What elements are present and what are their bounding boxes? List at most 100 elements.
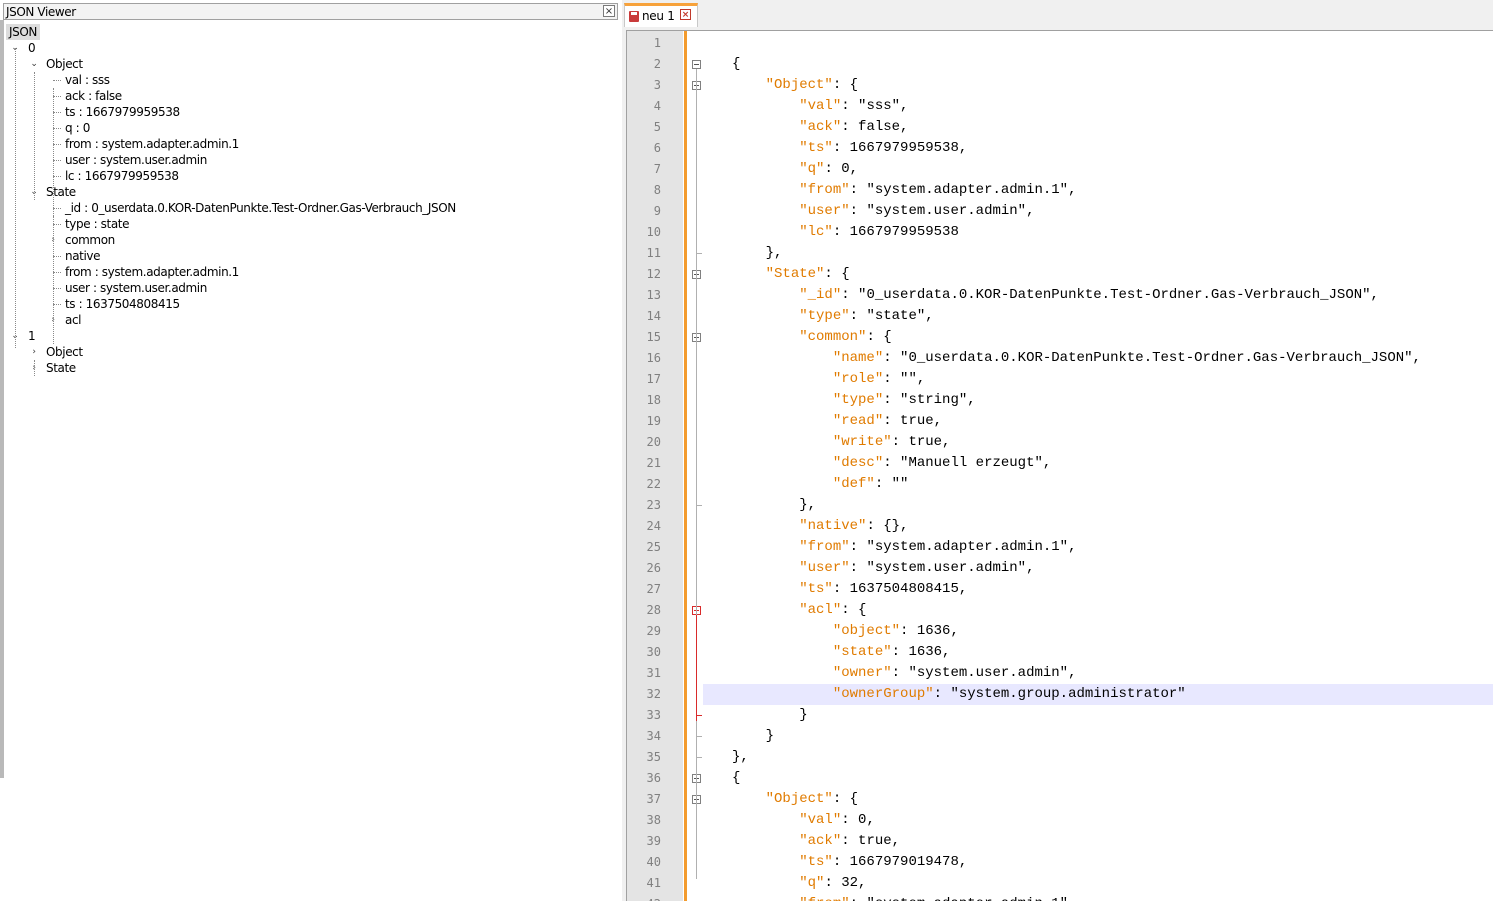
tree-node[interactable]: ⌄ Object bbox=[0, 56, 620, 72]
tree-node-label[interactable]: user : system.user.admin bbox=[65, 152, 207, 168]
tree-node[interactable]: › State bbox=[0, 360, 620, 376]
code-line[interactable]: "from": "system.adapter.admin.1", bbox=[703, 537, 1493, 558]
tree-node[interactable]: ts : 1667979959538 bbox=[0, 104, 620, 120]
tree-collapse-icon[interactable]: ⌄ bbox=[29, 56, 39, 72]
tree-node[interactable]: q : 0 bbox=[0, 120, 620, 136]
fold-margin[interactable] bbox=[687, 31, 703, 901]
code-line[interactable]: "user": "system.user.admin", bbox=[703, 558, 1493, 579]
code-line[interactable]: "type": "state", bbox=[703, 306, 1493, 327]
code-line[interactable]: "ack": false, bbox=[703, 117, 1493, 138]
tree-expand-icon[interactable]: › bbox=[29, 344, 39, 360]
tree-node-label[interactable]: 1 bbox=[28, 328, 36, 344]
tab-label[interactable]: neu 1 bbox=[642, 9, 675, 23]
code-line[interactable]: { bbox=[703, 768, 1493, 789]
code-line[interactable]: "native": {}, bbox=[703, 516, 1493, 537]
code-line[interactable]: "ownerGroup": "system.group.administrato… bbox=[703, 684, 1493, 705]
tree-node[interactable]: val : sss bbox=[0, 72, 620, 88]
tree-node-label[interactable]: native bbox=[65, 248, 100, 264]
code-line[interactable]: "owner": "system.user.admin", bbox=[703, 663, 1493, 684]
tree-node-label[interactable]: common bbox=[65, 232, 115, 248]
tree-node[interactable]: › Object bbox=[0, 344, 620, 360]
code-line[interactable]: "acl": { bbox=[703, 600, 1493, 621]
code-line[interactable]: "ts": 1667979959538, bbox=[703, 138, 1493, 159]
code-line[interactable]: "from": "system.adapter.admin.1", bbox=[703, 894, 1493, 901]
tree-node[interactable]: from : system.adapter.admin.1 bbox=[0, 264, 620, 280]
tree-root-label[interactable]: JSON bbox=[6, 24, 40, 40]
code-line[interactable]: } bbox=[703, 726, 1493, 747]
tree-node[interactable]: ts : 1637504808415 bbox=[0, 296, 620, 312]
code-line[interactable]: "user": "system.user.admin", bbox=[703, 201, 1493, 222]
panel-close-icon[interactable]: × bbox=[603, 5, 615, 17]
tree-node-label[interactable]: q : 0 bbox=[65, 120, 90, 136]
code-line[interactable]: "lc": 1667979959538 bbox=[703, 222, 1493, 243]
code-line[interactable]: "common": { bbox=[703, 327, 1493, 348]
tree-node[interactable]: ack : false bbox=[0, 88, 620, 104]
tree-node-label[interactable]: ts : 1667979959538 bbox=[65, 104, 180, 120]
tree-node[interactable]: ⌄ State bbox=[0, 184, 620, 200]
tree-node[interactable]: user : system.user.admin bbox=[0, 280, 620, 296]
code-line[interactable]: "read": true, bbox=[703, 411, 1493, 432]
code-line[interactable]: }, bbox=[703, 495, 1493, 516]
tree-node-label[interactable]: val : sss bbox=[65, 72, 110, 88]
code-line[interactable]: "write": true, bbox=[703, 432, 1493, 453]
tree-node-label[interactable]: State bbox=[46, 360, 76, 376]
tab-neu-1[interactable]: neu 1 × bbox=[624, 3, 698, 27]
tree-node-label[interactable]: type : state bbox=[65, 216, 129, 232]
code-line[interactable]: "State": { bbox=[703, 264, 1493, 285]
tree-node[interactable]: ⌄ 1 bbox=[0, 328, 620, 344]
code-line[interactable]: "name": "0_userdata.0.KOR-DatenPunkte.Te… bbox=[703, 348, 1493, 369]
tree-node-label[interactable]: Object bbox=[46, 56, 83, 72]
code-line[interactable]: "object": 1636, bbox=[703, 621, 1493, 642]
tree-node[interactable]: type : state bbox=[0, 216, 620, 232]
code-editor[interactable]: 1 2 3 4 5 6 7 8 9 10 11 12 13 14 15 16 17 18 19 20 21 22 23 24 2… bbox=[626, 30, 1493, 901]
code-line[interactable]: { bbox=[703, 54, 1493, 75]
code-line[interactable]: "q": 32, bbox=[703, 873, 1493, 894]
code-line[interactable]: "role": "", bbox=[703, 369, 1493, 390]
code-line[interactable]: "val": "sss", bbox=[703, 96, 1493, 117]
code-line[interactable]: "val": 0, bbox=[703, 810, 1493, 831]
tree-node-label[interactable]: State bbox=[46, 184, 76, 200]
code-line[interactable]: "Object": { bbox=[703, 75, 1493, 96]
code-line[interactable]: } bbox=[703, 705, 1493, 726]
code-line[interactable]: "from": "system.adapter.admin.1", bbox=[703, 180, 1493, 201]
json-key: "val" bbox=[799, 812, 842, 828]
code-line[interactable]: "q": 0, bbox=[703, 159, 1493, 180]
code-line[interactable] bbox=[703, 33, 1493, 54]
fold-icon[interactable] bbox=[692, 60, 701, 69]
tree-node[interactable]: from : system.adapter.admin.1 bbox=[0, 136, 620, 152]
code-line[interactable]: "def": "" bbox=[703, 474, 1493, 495]
tree-node[interactable]: › common bbox=[0, 232, 620, 248]
tree-node-label[interactable]: ts : 1637504808415 bbox=[65, 296, 180, 312]
tree-node-label[interactable]: 0 bbox=[28, 40, 36, 56]
json-value: : true, bbox=[841, 833, 901, 849]
code-line[interactable]: "type": "string", bbox=[703, 390, 1493, 411]
code-area[interactable]: { "Object": { "val": "sss", "ack": false… bbox=[703, 31, 1493, 901]
close-icon[interactable]: × bbox=[680, 9, 691, 20]
line-number: 7 bbox=[653, 162, 661, 176]
tree-node[interactable]: user : system.user.admin bbox=[0, 152, 620, 168]
tree-node[interactable]: native bbox=[0, 248, 620, 264]
tree-node[interactable]: ⌄ 0 bbox=[0, 40, 620, 56]
code-line[interactable]: }, bbox=[703, 243, 1493, 264]
code-line[interactable]: "ts": 1637504808415, bbox=[703, 579, 1493, 600]
code-line[interactable]: "ts": 1667979019478, bbox=[703, 852, 1493, 873]
code-line[interactable]: }, bbox=[703, 747, 1493, 768]
tree-node-label[interactable]: ack : false bbox=[65, 88, 122, 104]
tree-node[interactable]: lc : 1667979959538 bbox=[0, 168, 620, 184]
code-line[interactable]: "desc": "Manuell erzeugt", bbox=[703, 453, 1493, 474]
tree-node-label[interactable]: from : system.adapter.admin.1 bbox=[65, 136, 239, 152]
code-line-text: } bbox=[732, 726, 774, 747]
tree-node-label[interactable]: lc : 1667979959538 bbox=[65, 168, 179, 184]
tree-node-label[interactable]: from : system.adapter.admin.1 bbox=[65, 264, 239, 280]
code-line[interactable]: "state": 1636, bbox=[703, 642, 1493, 663]
tree-node[interactable]: › acl bbox=[0, 312, 620, 328]
code-line[interactable]: "ack": true, bbox=[703, 831, 1493, 852]
tree-node-label[interactable]: acl bbox=[65, 312, 81, 328]
json-tree[interactable]: JSON ⌄ 0 ⌄ Object val : sss ack : false ts : 1… bbox=[0, 24, 620, 894]
tree-node-label[interactable]: Object bbox=[46, 344, 83, 360]
tree-node[interactable]: _id : 0_userdata.0.KOR-DatenPunkte.Test-… bbox=[0, 200, 620, 216]
tree-node-label[interactable]: _id : 0_userdata.0.KOR-DatenPunkte.Test-… bbox=[65, 200, 456, 216]
code-line[interactable]: "Object": { bbox=[703, 789, 1493, 810]
code-line[interactable]: "_id": "0_userdata.0.KOR-DatenPunkte.Tes… bbox=[703, 285, 1493, 306]
tree-node-label[interactable]: user : system.user.admin bbox=[65, 280, 207, 296]
